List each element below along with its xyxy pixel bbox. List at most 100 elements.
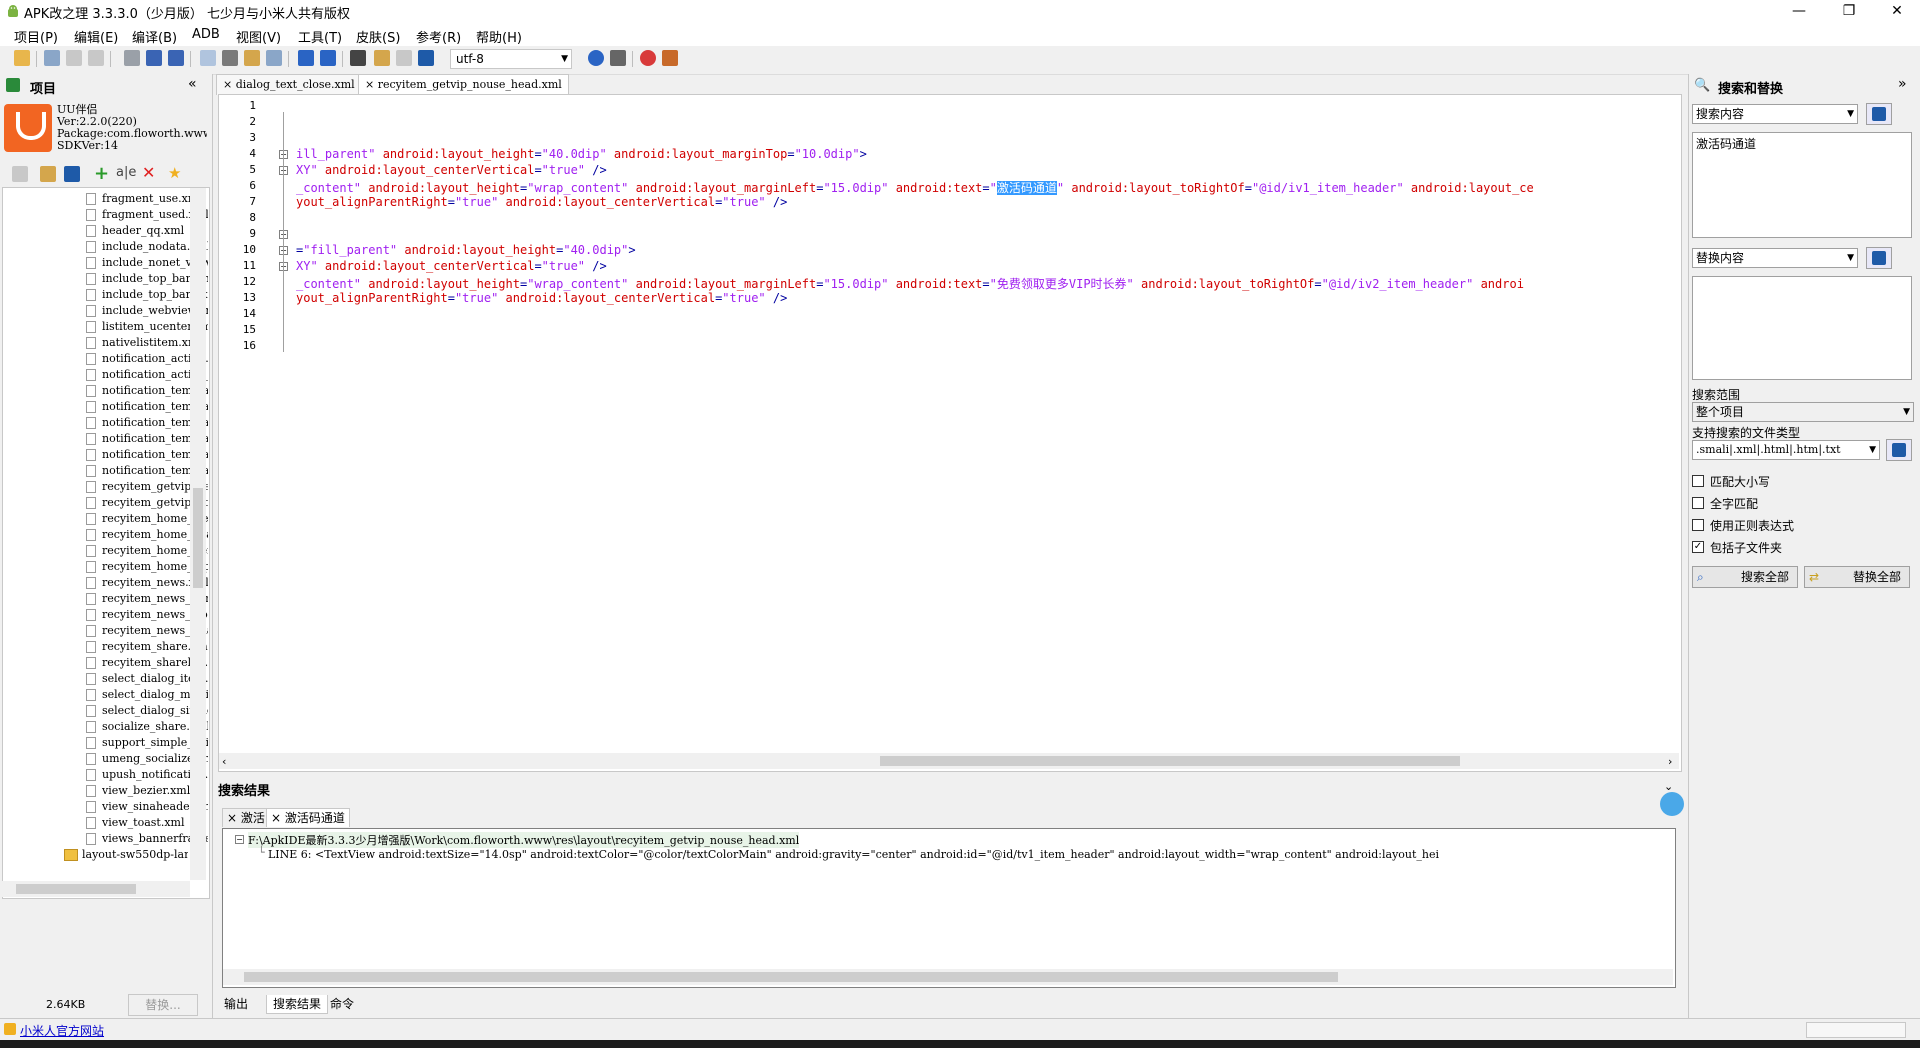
expand-panel-button[interactable]: » <box>1898 76 1907 92</box>
menu-skin[interactable]: 皮肤(S) <box>356 27 400 46</box>
tab-close-icon[interactable]: × <box>223 78 232 91</box>
file-size: 2.64KB <box>46 998 86 1011</box>
code-token: android:layout_height <box>361 181 520 195</box>
menu-view[interactable]: 视图(V) <box>236 27 281 46</box>
cut-icon[interactable] <box>222 50 238 66</box>
regex-checkbox[interactable] <box>1692 519 1704 531</box>
collapse-node-icon[interactable]: − <box>235 835 244 844</box>
close-icon[interactable]: × <box>227 811 241 825</box>
delete-icon[interactable]: ✕ <box>142 163 155 182</box>
subfolders-checkbox[interactable]: ✓ <box>1692 541 1704 553</box>
save-as-icon[interactable] <box>168 50 184 66</box>
replace-options-button[interactable] <box>1866 247 1892 269</box>
window-icon[interactable] <box>418 50 434 66</box>
scroll-right-icon[interactable]: › <box>1668 755 1672 768</box>
search-all-button[interactable]: ⌕ 搜索全部 <box>1692 566 1798 588</box>
search-input[interactable]: 激活码通道 <box>1692 132 1912 238</box>
tree-hscroll-thumb[interactable] <box>16 884 136 894</box>
results-scroll-thumb[interactable] <box>244 972 1338 982</box>
encoding-select[interactable]: utf-8 ▼ <box>450 49 572 69</box>
favorite-icon[interactable]: ★ <box>168 164 181 182</box>
scroll-left-icon[interactable]: ‹ <box>222 755 226 768</box>
close-button[interactable]: ✕ <box>1874 0 1920 24</box>
chevron-down-icon: ▼ <box>1847 253 1854 263</box>
code-line[interactable]: yout_alignParentRight="true" android:lay… <box>296 291 1676 305</box>
chevron-down-icon: ▼ <box>561 54 568 64</box>
code-line[interactable]: yout_alignParentRight="true" android:lay… <box>296 195 1676 209</box>
tree-vertical-scrollbar[interactable] <box>190 188 206 880</box>
home-icon[interactable] <box>662 50 678 66</box>
menu-help[interactable]: 帮助(H) <box>476 27 522 46</box>
replace-input[interactable] <box>1692 276 1912 380</box>
install-icon[interactable] <box>88 50 104 66</box>
menu-project[interactable]: 项目(P) <box>14 27 58 46</box>
whole-word-checkbox[interactable] <box>1692 497 1704 509</box>
code-line[interactable]: _content" android:layout_height = "wrap_co… <box>296 275 1676 292</box>
code-line[interactable]: XY" android:layout_centerVertical="true"… <box>296 163 1676 177</box>
tree-folder-item[interactable]: layout-sw550dp-land <box>82 848 188 861</box>
binoculars-icon[interactable] <box>350 50 366 66</box>
results-tab-activation-channel[interactable]: × 激活码通道 <box>266 808 350 827</box>
tab-output[interactable]: 输出 <box>218 995 254 1013</box>
match-case-checkbox[interactable] <box>1692 475 1704 487</box>
minimize-button[interactable]: — <box>1776 0 1822 24</box>
menu-adb[interactable]: ADB <box>192 27 220 42</box>
code-token: android:text <box>888 181 983 195</box>
tree-scroll-thumb[interactable] <box>193 488 203 588</box>
paste-icon[interactable] <box>244 50 260 66</box>
collapse-panel-button[interactable]: « <box>188 76 197 92</box>
folder-open-icon[interactable] <box>40 166 56 182</box>
copy-icon[interactable] <box>200 50 216 66</box>
weibo-icon[interactable] <box>640 50 656 66</box>
tab-search-results[interactable]: 搜索结果 <box>266 995 329 1014</box>
redo-icon[interactable] <box>320 50 336 66</box>
rename-icon[interactable]: a|e <box>116 165 136 180</box>
save-all-icon[interactable] <box>146 50 162 66</box>
file-types-select[interactable]: .smali|.xml|.html|.htm|.txt ▼ <box>1692 440 1880 460</box>
save-icon[interactable] <box>124 50 140 66</box>
restore-button[interactable]: ❐ <box>1826 0 1872 24</box>
official-site-link[interactable]: 小米人官方网站 <box>20 1022 104 1039</box>
ime-mascot-icon[interactable] <box>1660 792 1684 816</box>
menu-edit[interactable]: 编辑(E) <box>74 27 118 46</box>
replace-button[interactable]: 替换... <box>128 994 198 1016</box>
scope-select[interactable]: 整个项目 ▼ <box>1692 402 1914 422</box>
microphone-icon[interactable] <box>610 50 626 66</box>
find-replace-icon[interactable] <box>266 50 282 66</box>
menu-tools[interactable]: 工具(T) <box>298 27 342 46</box>
replace-history-select[interactable]: 替换内容 ▼ <box>1692 248 1858 268</box>
tree-horizontal-scrollbar[interactable] <box>2 881 190 897</box>
file-types-button[interactable] <box>1886 439 1912 461</box>
result-file-path[interactable]: F:\ApkIDE最新3.3.3少月增强版\Work\com.floworth.… <box>248 832 800 848</box>
search-history-select[interactable]: 搜索内容 ▼ <box>1692 104 1858 124</box>
code-token: "@id/iv1_item_header" <box>1251 181 1404 195</box>
result-line[interactable]: LINE 6: <TextView android:textSize="14.0… <box>268 848 1668 861</box>
menu-build[interactable]: 编译(B) <box>132 27 177 46</box>
results-tab-activate[interactable]: × 激活 <box>222 808 270 827</box>
replace-all-button[interactable]: ⇄ 替换全部 <box>1804 566 1910 588</box>
tab-close-icon[interactable]: × <box>365 78 374 91</box>
image-icon[interactable] <box>396 50 412 66</box>
tab-dialog-text-close[interactable]: × dialog_text_close.xml <box>216 74 362 95</box>
build-icon[interactable] <box>44 50 60 66</box>
file-icon <box>86 529 96 541</box>
add-icon[interactable]: + <box>94 163 109 184</box>
menu-reference[interactable]: 参考(R) <box>416 27 461 46</box>
folder-icon[interactable] <box>374 50 390 66</box>
code-line[interactable]: _content" android:layout_height = "wrap_co… <box>296 179 1676 196</box>
sign-icon[interactable] <box>66 50 82 66</box>
help-icon[interactable] <box>588 50 604 66</box>
tab-command[interactable]: 命令 <box>324 995 360 1013</box>
open-folder-icon[interactable] <box>14 50 30 66</box>
document-icon[interactable] <box>12 166 28 182</box>
editor-scroll-thumb[interactable] <box>880 756 1460 766</box>
code-line[interactable]: ="fill_parent" android:layout_height="40… <box>296 243 1676 257</box>
code-line[interactable]: XY" android:layout_centerVertical="true"… <box>296 259 1676 273</box>
code-line[interactable]: ill_parent" android:layout_height="40.0d… <box>296 147 1676 161</box>
code-token: "免费领取更多VIP时长券" <box>989 277 1134 291</box>
close-icon[interactable]: × <box>271 811 285 825</box>
search-options-button[interactable] <box>1866 103 1892 125</box>
tab-recyitem-getvip[interactable]: × recyitem_getvip_nouse_head.xml <box>358 74 569 95</box>
refresh-icon[interactable] <box>64 166 80 182</box>
undo-icon[interactable] <box>298 50 314 66</box>
